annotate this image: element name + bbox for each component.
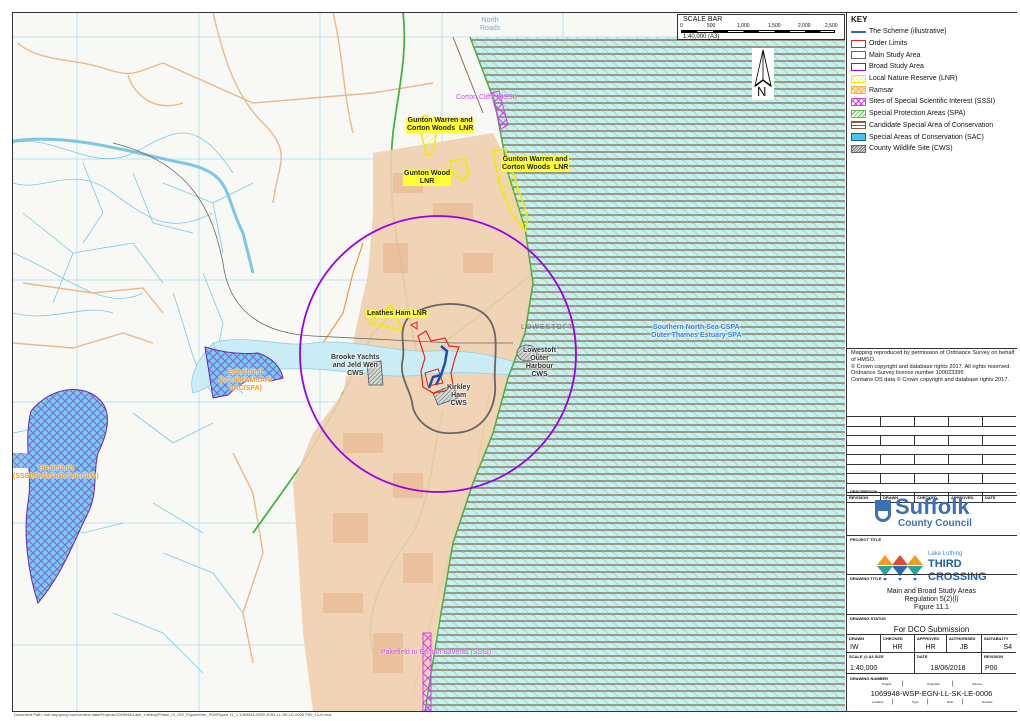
scale-tick: 500 bbox=[707, 23, 716, 29]
checked-by: HR bbox=[892, 644, 903, 651]
scale-bar-title: SCALE BAR bbox=[683, 16, 723, 23]
divider bbox=[847, 348, 1017, 349]
label-southern-north-sea-spa: Southern North Sea CSPA Outer Thames Est… bbox=[651, 324, 742, 339]
label-brooke-yachts-cws: Brooke Yachts and Jeld Wen CWS bbox=[331, 354, 380, 377]
key-item-scheme: The Scheme (illustrative) bbox=[851, 26, 995, 38]
north-arrow: N bbox=[752, 48, 774, 100]
project-title-label: PROJECT TITLE bbox=[850, 537, 882, 542]
council-shield-icon bbox=[875, 500, 891, 522]
drawing-number-label: DRAWING NUMBER bbox=[850, 676, 888, 681]
orange-crosshatch-swatch-icon bbox=[851, 86, 866, 95]
magenta-crosshatch-swatch-icon bbox=[851, 97, 866, 106]
drawing-revision: P00 bbox=[985, 665, 998, 672]
map-viewport[interactable]: Corton Cliffs (SSSI) Gunton Warren and C… bbox=[13, 13, 845, 711]
red-outline-swatch-icon bbox=[851, 39, 866, 48]
drawing-title-line3: Figure 11.1 bbox=[914, 604, 949, 611]
label-leathes-ham-lnr: Leathes Ham LNR bbox=[366, 310, 428, 318]
title-block-panel: KEY The Scheme (illustrative) Order Limi… bbox=[846, 13, 1017, 711]
key-item-ramsar: Ramsar bbox=[851, 84, 995, 96]
north-arrow-icon bbox=[754, 49, 772, 87]
north-label: N bbox=[757, 84, 767, 99]
yellow-hatch-swatch-icon bbox=[851, 74, 866, 83]
key-item-cws: County Wildlife Site (CWS) bbox=[851, 143, 995, 155]
drawing-status-value: For DCO Submission bbox=[893, 625, 970, 634]
revision-row bbox=[847, 417, 1016, 427]
third-crossing-logo: Lake Lothing THIRD CROSSING bbox=[875, 551, 1015, 587]
grey-outline-swatch-icon bbox=[851, 51, 866, 60]
key-title: KEY bbox=[851, 15, 868, 24]
label-gunton-wood-lnr: Gunton Wood LNR bbox=[403, 170, 452, 186]
drawing-title-label: DRAWING TITLE bbox=[850, 576, 882, 581]
scale-ratio: 1:40,000 (A3) bbox=[683, 34, 720, 40]
drawn-by: IW bbox=[850, 644, 859, 651]
label-lowestoft-outer-harbour-cws: Lowestoft Outer Harbour CWS bbox=[523, 347, 557, 378]
scheme-line-icon bbox=[851, 30, 866, 33]
drawing-scale: 1:40,000 bbox=[850, 665, 878, 672]
revision-row bbox=[847, 436, 1016, 446]
brown-stripe-swatch-icon bbox=[851, 121, 866, 130]
key-item-lnr: Local Nature Reserve (LNR) bbox=[851, 73, 995, 85]
pakefield-sssi bbox=[422, 632, 432, 711]
grey-hatch-swatch-icon bbox=[851, 144, 866, 153]
revision-row bbox=[847, 474, 1016, 484]
scale-bar-ticks: 0 500 1,000 1,500 2,000 2,500 m bbox=[680, 23, 840, 35]
scale-date-table: SCALE @ A3 SIZE 1:40,000 DATE 18/06/2018 R… bbox=[847, 653, 1016, 674]
label-lowestoft-town: LOWESTOFT bbox=[521, 324, 574, 331]
key-item-broad-study-area: Broad Study Area bbox=[851, 61, 995, 73]
label-north-roads: North Roads bbox=[480, 17, 501, 32]
map-key: The Scheme (illustrative) Order Limits M… bbox=[851, 26, 995, 155]
key-item-main-study-area: Main Study Area bbox=[851, 49, 995, 61]
scale-tick: 1,500 bbox=[768, 23, 781, 29]
key-item-csac: Candidate Special Area of Conservation bbox=[851, 120, 995, 132]
key-item-sssi: Sites of Special Scientific Interest (SS… bbox=[851, 96, 995, 108]
revision-row bbox=[847, 455, 1016, 465]
crossing-chevrons-icon bbox=[877, 555, 923, 581]
drawing-date: 18/06/2018 bbox=[930, 665, 966, 672]
suitability-code: S4 bbox=[1003, 644, 1012, 651]
drawing-status-label: DRAWING STATUS bbox=[850, 616, 886, 621]
signoff-table: DRAWN IW CHECKED HR APPROVED HR AUTHORISED J… bbox=[847, 635, 1016, 653]
green-hatch-swatch-icon bbox=[851, 109, 866, 118]
scale-tick: 2,000 bbox=[798, 23, 811, 29]
scale-tick: 0 bbox=[680, 23, 683, 29]
scale-tick: 2,500 m bbox=[825, 23, 838, 35]
label-gunton-warren-lnr-south: Gunton Warren and Corton Woods LNR bbox=[501, 156, 570, 172]
key-item-order-limits: Order Limits bbox=[851, 38, 995, 50]
key-item-sac: Special Areas of Conservation (SAC) bbox=[851, 131, 995, 143]
scale-bar-graphic bbox=[681, 30, 835, 33]
label-kirkley-ham-cws: Kirkley Ham CWS bbox=[447, 384, 471, 407]
document-path: Document Path: \\uk.wspgroup.com\central… bbox=[14, 712, 332, 717]
key-item-spa: Special Protection Areas (SPA) bbox=[851, 108, 995, 120]
authorised-by: JB bbox=[959, 644, 969, 651]
label-corton-cliffs-sssi: Corton Cliffs (SSSI) bbox=[456, 94, 517, 101]
purple-outline-swatch-icon bbox=[851, 62, 866, 71]
blue-fill-swatch-icon bbox=[851, 133, 866, 142]
description-label: DESCRIPTION bbox=[850, 489, 878, 494]
label-broadland-east: Broadland (SSSI/RAMSAR/ SAC/SPA) bbox=[219, 369, 272, 392]
label-broadland-west: Broadland (SSSI/RAMSAR/SAC/SPA) bbox=[13, 465, 99, 480]
approved-by: HR bbox=[925, 644, 936, 651]
drawing-number-value: 1069948-WSP-EGN-LL-SK-LE-0006 bbox=[870, 689, 993, 698]
label-gunton-warren-lnr-north: Gunton Warren and Corton Woods LNR bbox=[406, 117, 475, 133]
scale-tick: 1,000 bbox=[737, 23, 750, 29]
scale-bar: SCALE BAR 0 500 1,000 1,500 2,000 2,500 … bbox=[677, 14, 845, 40]
copyright-notice: Mapping reproduced by permission of Ordn… bbox=[851, 350, 1015, 384]
label-pakefield-sssi: Pakefield to Easton Bavents (SSSI) bbox=[381, 649, 492, 656]
